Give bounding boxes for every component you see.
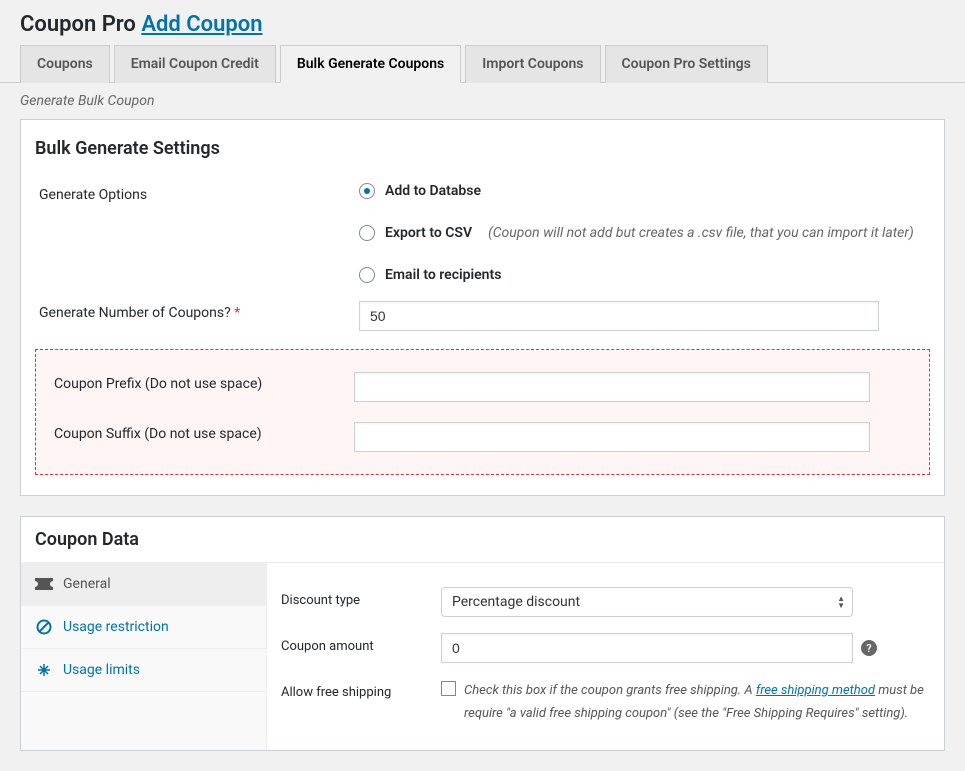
prefix-suffix-box: Coupon Prefix (Do not use space) Coupon … — [35, 349, 930, 475]
coupon-data-heading: Coupon Data — [21, 517, 944, 562]
allow-free-shipping-description: Check this box if the coupon grants free… — [464, 679, 930, 726]
ban-icon — [35, 618, 53, 636]
side-tab-usage-limits-label: Usage limits — [63, 662, 140, 678]
side-tab-usage-limits[interactable]: Usage limits — [21, 649, 266, 692]
radio-email-recipients[interactable] — [359, 267, 375, 283]
radio-export-csv[interactable] — [359, 225, 375, 241]
radio-option-email-recipients[interactable]: Email to recipients — [359, 267, 926, 283]
bulk-heading: Bulk Generate Settings — [35, 134, 930, 177]
coupon-suffix-input[interactable] — [354, 422, 870, 452]
coupon-data-side-tabs: General Usage restriction Usage limits — [21, 563, 267, 750]
side-tab-general-label: General — [63, 576, 111, 592]
radio-label-email-recipients: Email to recipients — [385, 267, 501, 283]
tab-coupons[interactable]: Coupons — [20, 45, 110, 83]
radio-add-database[interactable] — [359, 183, 375, 199]
add-coupon-link[interactable]: Add Coupon — [141, 12, 262, 37]
coupon-data-content: Discount type Percentage discount ▲▼ Cou… — [267, 563, 944, 750]
coupon-amount-label: Coupon amount — [281, 633, 441, 654]
side-tab-usage-restriction[interactable]: Usage restriction — [21, 606, 266, 649]
tab-bulk-generate-coupons[interactable]: Bulk Generate Coupons — [280, 45, 461, 83]
radio-label-export-csv: Export to CSV — [385, 225, 472, 241]
radio-label-add-database: Add to Databse — [385, 183, 481, 199]
radio-option-add-database[interactable]: Add to Databse — [359, 183, 926, 199]
tab-email-coupon-credit[interactable]: Email Coupon Credit — [114, 45, 276, 83]
radio-option-export-csv[interactable]: Export to CSV (Coupon will not add but c… — [359, 225, 926, 241]
generate-number-label: Generate Number of Coupons? * — [39, 301, 359, 321]
coupon-suffix-label: Coupon Suffix (Do not use space) — [54, 422, 354, 442]
coupon-prefix-label: Coupon Prefix (Do not use space) — [54, 372, 354, 392]
radio-hint-export-csv: (Coupon will not add but creates a .csv … — [488, 225, 914, 241]
page-title: Coupon Pro Add Coupon — [20, 12, 263, 37]
section-subtitle: Generate Bulk Coupon — [0, 83, 965, 119]
side-tab-usage-restriction-label: Usage restriction — [63, 619, 169, 635]
tab-import-coupons[interactable]: Import Coupons — [465, 45, 600, 83]
allow-free-shipping-checkbox[interactable] — [441, 681, 456, 696]
generate-options-label: Generate Options — [39, 183, 359, 203]
tab-coupon-pro-settings[interactable]: Coupon Pro Settings — [605, 45, 768, 83]
tabs-nav: Coupons Email Coupon Credit Bulk Generat… — [20, 45, 945, 82]
bulk-generate-panel: Bulk Generate Settings Generate Options … — [20, 119, 945, 496]
ticket-icon — [35, 575, 53, 593]
resize-icon — [35, 661, 53, 679]
coupon-amount-input[interactable] — [441, 633, 853, 663]
allow-free-shipping-label: Allow free shipping — [281, 679, 441, 700]
free-shipping-method-link[interactable]: free shipping method — [756, 683, 875, 698]
help-icon[interactable]: ? — [861, 640, 877, 656]
discount-type-select[interactable]: Percentage discount ▲▼ — [441, 587, 853, 617]
generate-number-input[interactable] — [359, 301, 879, 331]
coupon-prefix-input[interactable] — [354, 372, 870, 402]
side-tab-general[interactable]: General — [21, 563, 266, 606]
discount-type-label: Discount type — [281, 587, 441, 608]
coupon-data-panel: Coupon Data General Usage restriction Us… — [20, 516, 945, 751]
